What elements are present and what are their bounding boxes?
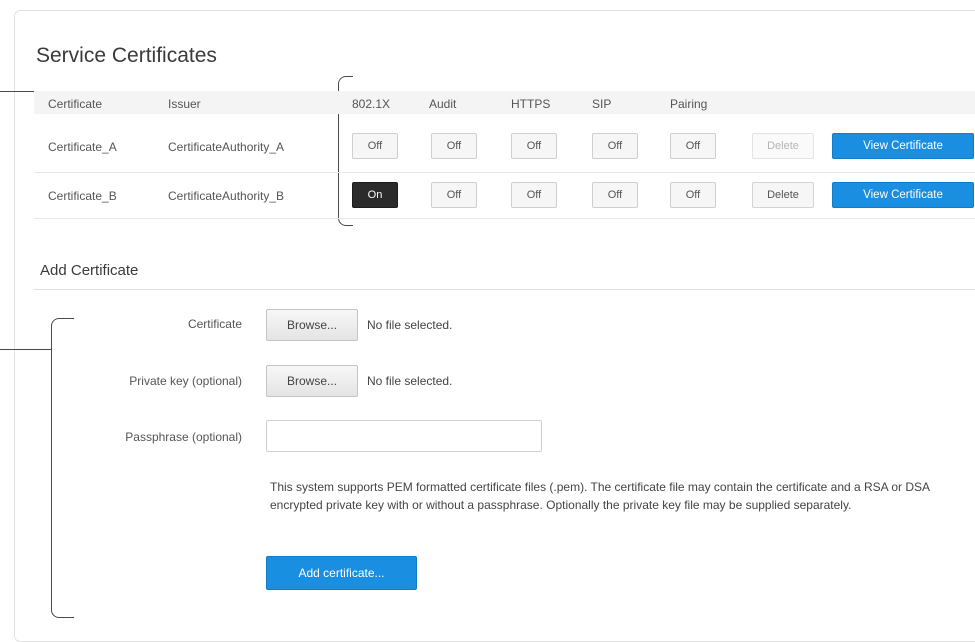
delete-button[interactable]: Delete: [752, 133, 814, 159]
certificate-name: Certificate_B: [48, 189, 117, 203]
add-certificate-button[interactable]: Add certificate...: [266, 556, 417, 590]
column-header-sip: SIP: [592, 97, 612, 111]
view-certificate-button[interactable]: View Certificate: [832, 182, 974, 208]
view-certificate-button[interactable]: View Certificate: [832, 133, 974, 159]
help-text: This system supports PEM formatted certi…: [270, 480, 930, 512]
issuer-name: CertificateAuthority_A: [168, 140, 285, 154]
toggle-pairing[interactable]: Off: [670, 182, 716, 208]
column-header-8021x: 802.1X: [352, 97, 391, 111]
toggle-https[interactable]: Off: [511, 133, 557, 159]
delete-button[interactable]: Delete: [752, 182, 814, 208]
toggle-8021x[interactable]: On: [352, 182, 398, 208]
certificate-name: Certificate_A: [48, 140, 117, 154]
row-divider: [34, 218, 975, 219]
callout-line-form: [0, 349, 51, 350]
toggle-https[interactable]: Off: [511, 182, 557, 208]
certificate-browse-button[interactable]: Browse...: [266, 309, 358, 341]
toggle-audit[interactable]: Off: [431, 182, 477, 208]
toggle-audit[interactable]: Off: [431, 133, 477, 159]
issuer-name: CertificateAuthority_B: [168, 189, 285, 203]
column-header-certificate: Certificate: [48, 97, 103, 111]
certificate-label: Certificate: [187, 317, 242, 331]
column-header-pairing: Pairing: [670, 97, 708, 111]
row-divider: [34, 172, 975, 173]
callout-bracket-form: [51, 318, 74, 618]
toggle-8021x[interactable]: Off: [352, 133, 398, 159]
column-header-audit: Audit: [429, 97, 457, 111]
private-key-browse-button[interactable]: Browse...: [266, 365, 358, 397]
passphrase-input[interactable]: [266, 420, 542, 452]
page-title: Service Certificates: [36, 44, 217, 67]
toggle-pairing[interactable]: Off: [670, 133, 716, 159]
column-header-issuer: Issuer: [168, 97, 201, 111]
passphrase-label: Passphrase (optional): [125, 430, 242, 444]
column-header-https: HTTPS: [511, 97, 551, 111]
private-key-file-status: No file selected.: [367, 374, 453, 388]
toggle-sip[interactable]: Off: [592, 182, 638, 208]
toggle-sip[interactable]: Off: [592, 133, 638, 159]
section-title-add-certificate: Add Certificate: [40, 262, 139, 279]
section-divider: [34, 289, 975, 290]
private-key-label: Private key (optional): [129, 374, 242, 388]
certificate-file-status: No file selected.: [367, 318, 453, 332]
